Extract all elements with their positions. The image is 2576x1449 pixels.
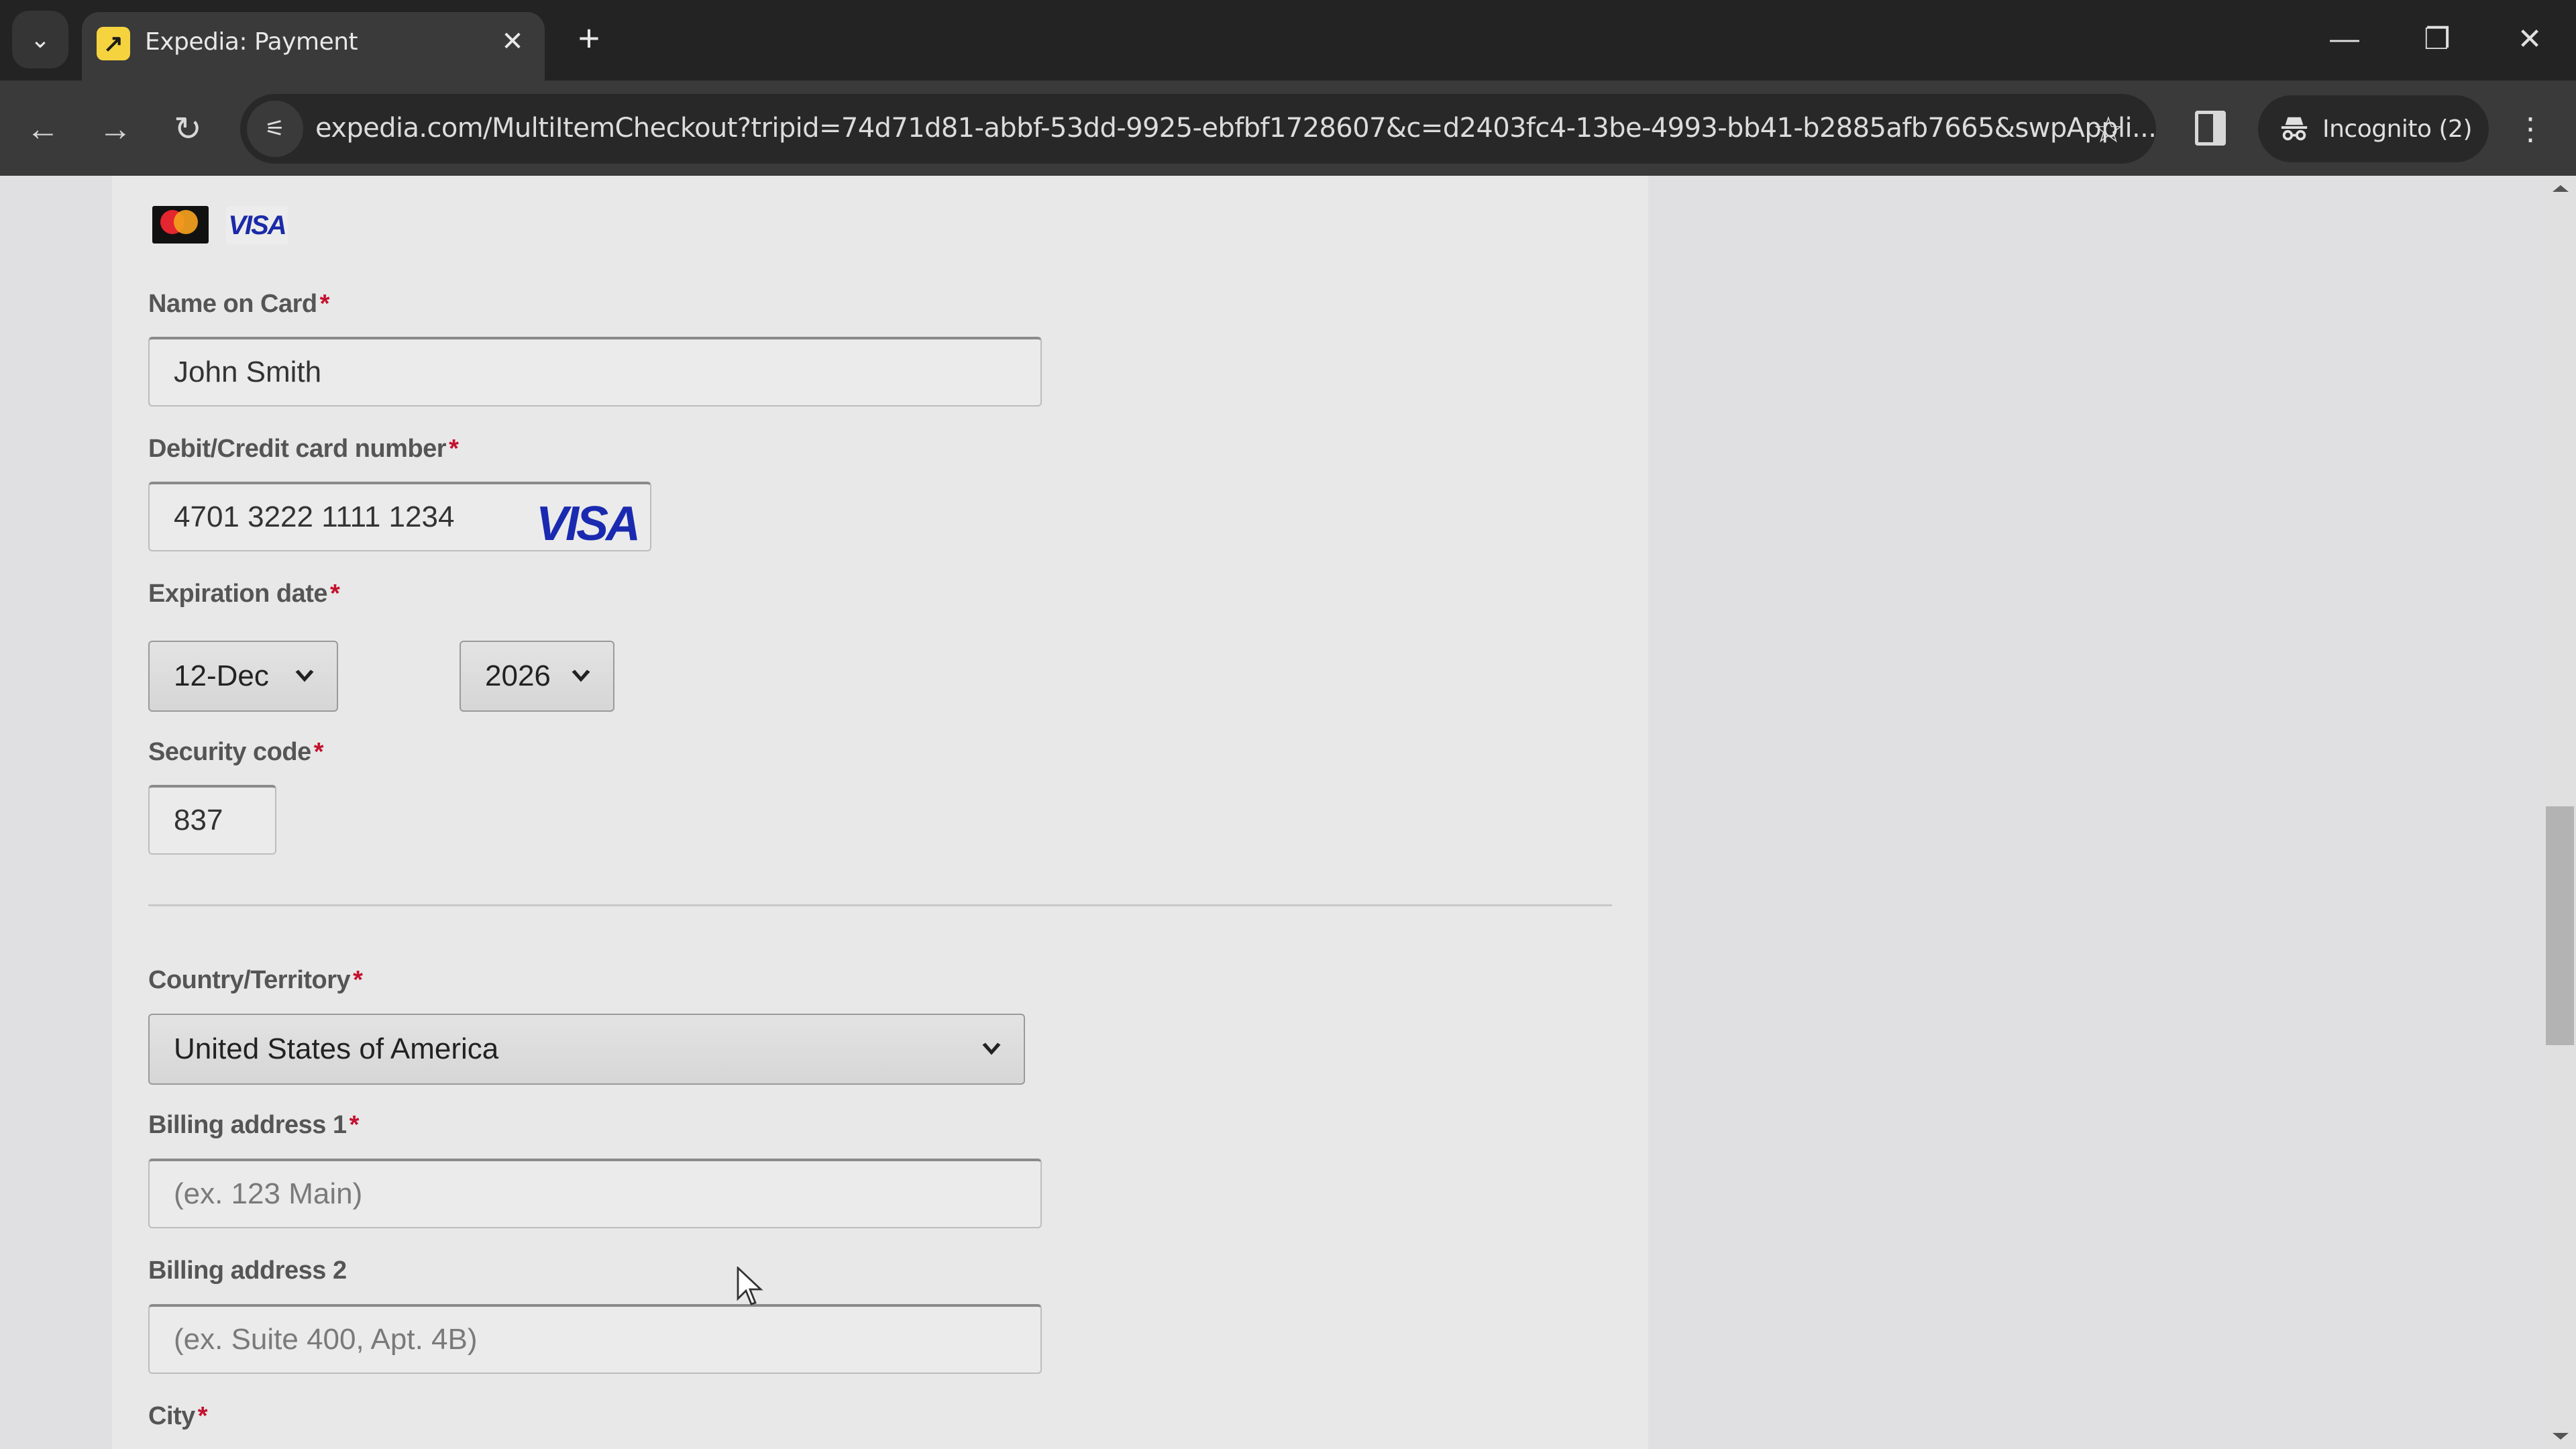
back-button[interactable]: ← [17, 103, 68, 154]
country-value: United States of America [174, 1032, 499, 1065]
chevron-down-icon: ⌄ [30, 25, 51, 53]
expiration-year-value: 2026 [485, 659, 551, 692]
security-code-input[interactable]: 837 [148, 785, 276, 855]
restore-button[interactable]: ❐ [2400, 12, 2474, 66]
tune-icon: ⚟ [264, 116, 286, 142]
section-divider [148, 904, 1612, 906]
side-panel-icon [2195, 111, 2226, 146]
incognito-button[interactable]: Incognito (2) [2258, 95, 2489, 162]
close-window-button[interactable]: ✕ [2493, 12, 2567, 66]
card-number-input[interactable]: 4701 3222 1111 1234 VISA [148, 482, 651, 551]
required-mark: * [449, 435, 459, 463]
required-mark: * [313, 738, 324, 766]
expiration-date-label: Expiration date * [148, 580, 340, 608]
chevron-down-icon [572, 669, 590, 682]
close-icon: ✕ [2517, 22, 2542, 56]
billing-address-2-label: Billing address 2 [148, 1256, 347, 1285]
required-mark: * [349, 1111, 360, 1139]
scroll-down-arrow-icon[interactable] [2553, 1433, 2569, 1440]
mastercard-logo-icon [152, 206, 209, 244]
tab-expedia-payment[interactable]: ↗ Expedia: Payment ✕ [82, 12, 545, 80]
bookmark-button[interactable]: ☆ [2085, 106, 2132, 153]
expiration-month-select[interactable]: 12-Dec [148, 641, 338, 712]
billing-address-2-input[interactable]: (ex. Suite 400, Apt. 4B) [148, 1304, 1042, 1374]
visa-brand-icon: VISA [535, 497, 641, 551]
browser-menu-button[interactable]: ⋮ [2510, 103, 2551, 154]
star-icon: ☆ [2092, 109, 2125, 150]
country-label: Country/Territory * [148, 966, 363, 994]
expiration-year-select[interactable]: 2026 [460, 641, 614, 712]
expiration-month-value: 12-Dec [174, 659, 269, 692]
incognito-icon [2277, 111, 2312, 146]
minimize-button[interactable]: — [2308, 12, 2381, 66]
scroll-up-arrow-icon[interactable] [2553, 185, 2569, 192]
name-on-card-input[interactable]: John Smith [148, 337, 1042, 407]
security-code-value: 837 [174, 804, 223, 837]
required-mark: * [319, 290, 330, 318]
reload-icon: ↻ [174, 110, 202, 148]
new-tab-button[interactable]: + [569, 16, 609, 59]
restore-icon: ❐ [2424, 22, 2451, 56]
city-label: City * [148, 1402, 208, 1430]
security-code-label: Security code * [148, 738, 324, 766]
billing-address-2-placeholder: (ex. Suite 400, Apt. 4B) [174, 1323, 478, 1356]
expedia-logo-icon: ↗ [97, 27, 130, 60]
address-bar[interactable]: ⚟ expedia.com/MultiItemCheckout?tripid=7… [240, 94, 2157, 164]
card-number-label: Debit/Credit card number * [148, 435, 459, 463]
billing-address-1-placeholder: (ex. 123 Main) [174, 1177, 363, 1210]
name-on-card-label: Name on Card * [148, 290, 330, 318]
required-mark: * [330, 580, 340, 608]
site-info-button[interactable]: ⚟ [247, 101, 303, 157]
browser-toolbar: ← → ↻ ⚟ expedia.com/MultiItemCheckout?tr… [0, 80, 2576, 176]
card-number-value: 4701 3222 1111 1234 [174, 500, 455, 533]
billing-address-1-input[interactable]: (ex. 123 Main) [148, 1159, 1042, 1228]
chevron-down-icon [295, 669, 314, 682]
forward-button[interactable]: → [90, 103, 141, 154]
mouse-cursor-icon [737, 1267, 763, 1305]
page-content: VISA Name on Card * John Smith Debit/Cred… [0, 176, 2544, 1449]
vertical-scrollbar[interactable] [2544, 176, 2576, 1449]
name-on-card-value: John Smith [174, 356, 322, 388]
tab-title: Expedia: Payment [145, 28, 358, 56]
reload-button[interactable]: ↻ [162, 103, 213, 154]
visa-logo-icon: VISA [226, 206, 288, 245]
arrow-left-icon: ← [26, 110, 60, 148]
plus-icon: + [578, 16, 600, 59]
chevron-down-icon [982, 1042, 1001, 1055]
minimize-icon: — [2330, 22, 2359, 55]
tab-close-button[interactable]: ✕ [495, 24, 530, 59]
scrollbar-thumb[interactable] [2546, 806, 2574, 1045]
kebab-menu-icon: ⋮ [2515, 111, 2546, 146]
arrow-right-icon: → [99, 110, 132, 148]
incognito-label: Incognito (2) [2322, 115, 2473, 143]
side-panel-button[interactable] [2188, 105, 2233, 152]
close-icon: ✕ [501, 27, 524, 56]
accepted-cards: VISA [152, 206, 288, 245]
url-text[interactable]: expedia.com/MultiItemCheckout?tripid=74d… [315, 113, 2157, 144]
payment-form-card: VISA Name on Card * John Smith Debit/Cred… [112, 176, 1648, 1449]
country-select[interactable]: United States of America [148, 1014, 1025, 1085]
required-mark: * [353, 966, 363, 994]
billing-address-1-label: Billing address 1 * [148, 1111, 360, 1139]
tab-strip: ⌄ ↗ Expedia: Payment ✕ + — ❐ ✕ [0, 0, 2576, 80]
tab-search-button[interactable]: ⌄ [12, 11, 68, 68]
required-mark: * [197, 1402, 208, 1430]
